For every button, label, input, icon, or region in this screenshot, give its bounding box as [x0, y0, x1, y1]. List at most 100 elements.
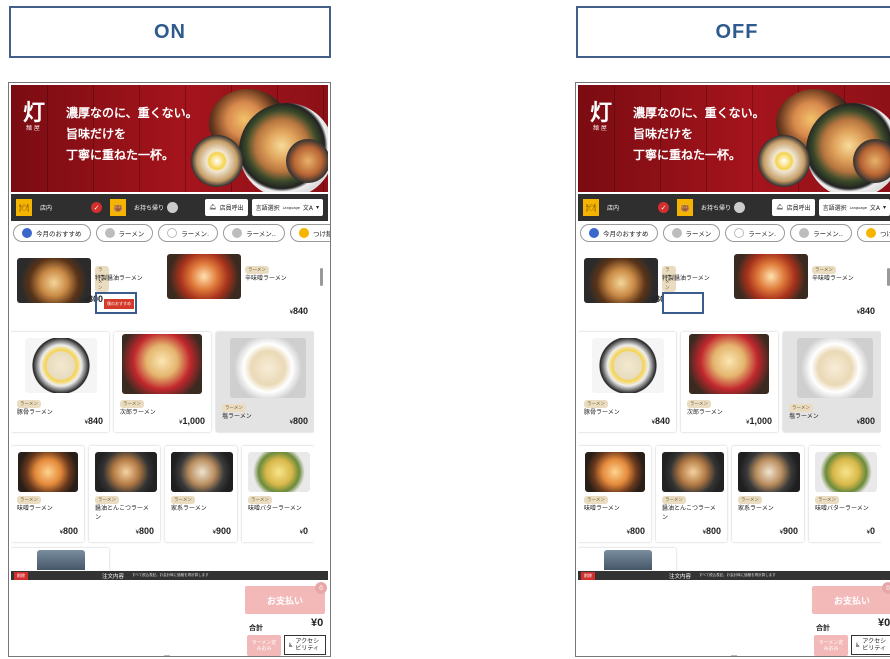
menu-item-category: ラーメン	[812, 266, 836, 274]
tab-label: つけ麺	[879, 230, 890, 238]
menu-item-category: ラーメン	[95, 496, 119, 504]
menu-item-price: ¥840	[652, 416, 670, 426]
menu-item-card[interactable]: ラーメン 塩ラーメン ¥800	[783, 332, 881, 432]
menu-item-category: ラーメン	[584, 400, 608, 408]
order-bar: 削除 注文内容 すべて税込表記。お会計時に価格を再計算します	[578, 571, 890, 580]
menu-item-price: ¥1,000	[179, 416, 205, 426]
menu-item-card[interactable]: ラーメン 特製醤油ラーメン ¥800 僕のおすすめ	[11, 252, 143, 322]
scrollbar-thumb[interactable]	[320, 268, 323, 286]
menu-item-card[interactable]: ラーメン 辛味噌ラーメン ¥840	[161, 252, 314, 322]
accessibility-icon: ♿	[855, 641, 861, 649]
tab-label: 今月のおすすめ	[603, 230, 649, 238]
menu-item-card[interactable]: ラーメン 味噌ラーメン ¥800	[11, 446, 84, 542]
category-dot	[671, 228, 682, 238]
menu-item-photo	[604, 550, 652, 570]
brand-logo-sub: 麺 屋	[593, 125, 607, 132]
menu-item-card[interactable]	[11, 548, 109, 570]
bell-icon: 🛎	[775, 204, 784, 211]
hero-banner: 灯麺 屋濃厚なのに、重くない。 旨味だけを 丁寧に重ねた一杯。	[578, 85, 890, 192]
price-value: 840	[859, 306, 875, 316]
call-staff-button[interactable]: 🛎 店員呼出	[771, 199, 815, 216]
menu-item-card[interactable]: ラーメン 味噌ラーメン ¥800	[578, 446, 651, 542]
tab-category[interactable]: ラーメン..	[223, 224, 285, 242]
resize-handle[interactable]	[164, 655, 170, 656]
total-label: 合計	[249, 624, 263, 632]
chevron-down-icon: ▾	[315, 204, 319, 211]
menu-item-price: ¥800	[703, 526, 721, 536]
check-icon: ✓	[658, 202, 669, 213]
menu-item-card[interactable]: ラーメン 醤油とんこつラーメ ン ¥800	[89, 446, 160, 542]
menu-item-photo	[17, 258, 91, 303]
accessibility-label: アクセシ ビリティ	[862, 638, 887, 652]
accessibility-button[interactable]: ♿ アクセシ ビリティ	[284, 635, 326, 655]
order-title: 注文内容	[102, 573, 125, 580]
dine-in-toggle[interactable]: 店内 ✓	[36, 199, 106, 216]
menu-item-card[interactable]: ラーメン 醤油とんこつラーメ ン ¥800	[656, 446, 727, 542]
banner-tagline: 濃厚なのに、重くない。 旨味だけを 丁寧に重ねた一杯。	[66, 106, 198, 162]
menu-item-card[interactable]: ラーメン 次郎ラーメン ¥1,000	[114, 332, 211, 432]
takeout-label: お持ち帰り	[701, 205, 732, 212]
tab-category[interactable]: ラーメン	[95, 224, 154, 242]
price-value: 840	[654, 416, 670, 426]
tab-category[interactable]: つけ麺	[289, 224, 330, 242]
kiosk-panel-on: 灯麺 屋濃厚なのに、重くない。 旨味だけを 丁寧に重ねた一杯。 🍽 店内 ✓ 👜 お持ち帰…	[8, 82, 331, 657]
menu-item-price: ¥800	[857, 416, 875, 426]
tab-category[interactable]: 今月のおすすめ	[13, 224, 91, 242]
ramen-bowl-image	[191, 135, 243, 187]
menu-item-card[interactable]	[578, 548, 676, 570]
noren-divider	[614, 85, 615, 192]
price-value: 0	[869, 526, 875, 536]
tab-category[interactable]: ラーメン	[662, 224, 721, 242]
coupon-button[interactable]: ラーメン定 みおみ	[814, 635, 848, 656]
menu-item-name: 塩ラーメン	[789, 413, 819, 420]
language-button[interactable]: 言語選択 Language 文A ▾	[818, 199, 890, 216]
bell-icon: 🛎	[208, 204, 217, 211]
menu-item-card[interactable]: ラーメン 次郎ラーメン ¥1,000	[681, 332, 778, 432]
tab-category[interactable]: ラーメン.	[158, 224, 219, 242]
menu-item-card[interactable]: ラーメン 家系ラーメン ¥900	[732, 446, 804, 542]
dine-in-toggle[interactable]: 店内 ✓	[603, 199, 673, 216]
menu-item-photo	[122, 334, 202, 394]
menu-item-card[interactable]: ラーメン特製醤油ラーメン¥800	[578, 252, 710, 322]
coupon-button[interactable]: ラーメン定 みおみ	[247, 635, 281, 656]
takeout-toggle[interactable]: お持ち帰り	[130, 199, 183, 216]
tab-category[interactable]: 今月のおすすめ	[580, 224, 658, 242]
tab-category[interactable]: つけ麺	[856, 224, 890, 242]
delete-button[interactable]: 削除	[581, 571, 595, 580]
ramen-bowl-image	[758, 135, 810, 187]
price-value: 0	[302, 526, 308, 536]
bag-icon: 👜	[110, 199, 126, 216]
takeout-label: お持ち帰り	[134, 205, 165, 212]
menu-item-card[interactable]: ラーメン 塩ラーメン ¥800	[216, 332, 314, 432]
takeout-toggle[interactable]: お持ち帰り	[697, 199, 750, 216]
pay-button[interactable]: お支払い	[812, 586, 890, 614]
pay-button[interactable]: お支払い	[245, 586, 325, 614]
menu-item-category: ラーメン	[120, 400, 144, 408]
off-label: OFF	[576, 6, 890, 58]
menu-item-card[interactable]: ラーメン 辛味噌ラーメン ¥840	[728, 252, 881, 322]
category-dot	[589, 228, 599, 238]
tab-category[interactable]: ラーメン.	[725, 224, 786, 242]
menu-item-card[interactable]: ラーメン 豚骨ラーメン ¥840	[11, 332, 109, 432]
menu-item-name: 醤油とんこつラーメ ン	[662, 505, 716, 521]
accessibility-button[interactable]: ♿ アクセシ ビリティ	[851, 635, 890, 655]
category-dot	[22, 228, 32, 238]
menu-item-card[interactable]: ラーメン 豚骨ラーメン ¥840	[578, 332, 676, 432]
menu-item-card[interactable]: ラーメン 味噌バターラーメン ¥0	[809, 446, 881, 542]
menu-item-name: 豚骨ラーメン	[584, 409, 620, 416]
menu-item-name: 味噌バターラーメン	[248, 505, 302, 512]
bag-icon: 👜	[677, 199, 693, 216]
pay-count-badge: 0	[315, 582, 327, 594]
total-value: ¥0	[878, 617, 890, 629]
language-button[interactable]: 言語選択 Language 文A ▾	[251, 199, 323, 216]
menu-grid: ラーメン特製醤油ラーメン¥800ラーメン辛味噌ラーメン¥840ラーメン豚骨ラーメ…	[578, 252, 881, 570]
menu-item-card[interactable]: ラーメン 味噌バターラーメン ¥0	[242, 446, 314, 542]
category-dot	[865, 228, 876, 238]
category-tabs: 今月のおすすめ ラーメン ラーメン. ラーメン.. つけ麺	[11, 224, 330, 244]
delete-button[interactable]: 削除	[14, 571, 28, 580]
menu-item-category: ラーメン	[245, 266, 269, 274]
tab-category[interactable]: ラーメン..	[790, 224, 852, 242]
resize-handle[interactable]	[731, 655, 737, 656]
menu-item-card[interactable]: ラーメン 家系ラーメン ¥900	[165, 446, 237, 542]
call-staff-button[interactable]: 🛎 店員呼出	[204, 199, 248, 216]
